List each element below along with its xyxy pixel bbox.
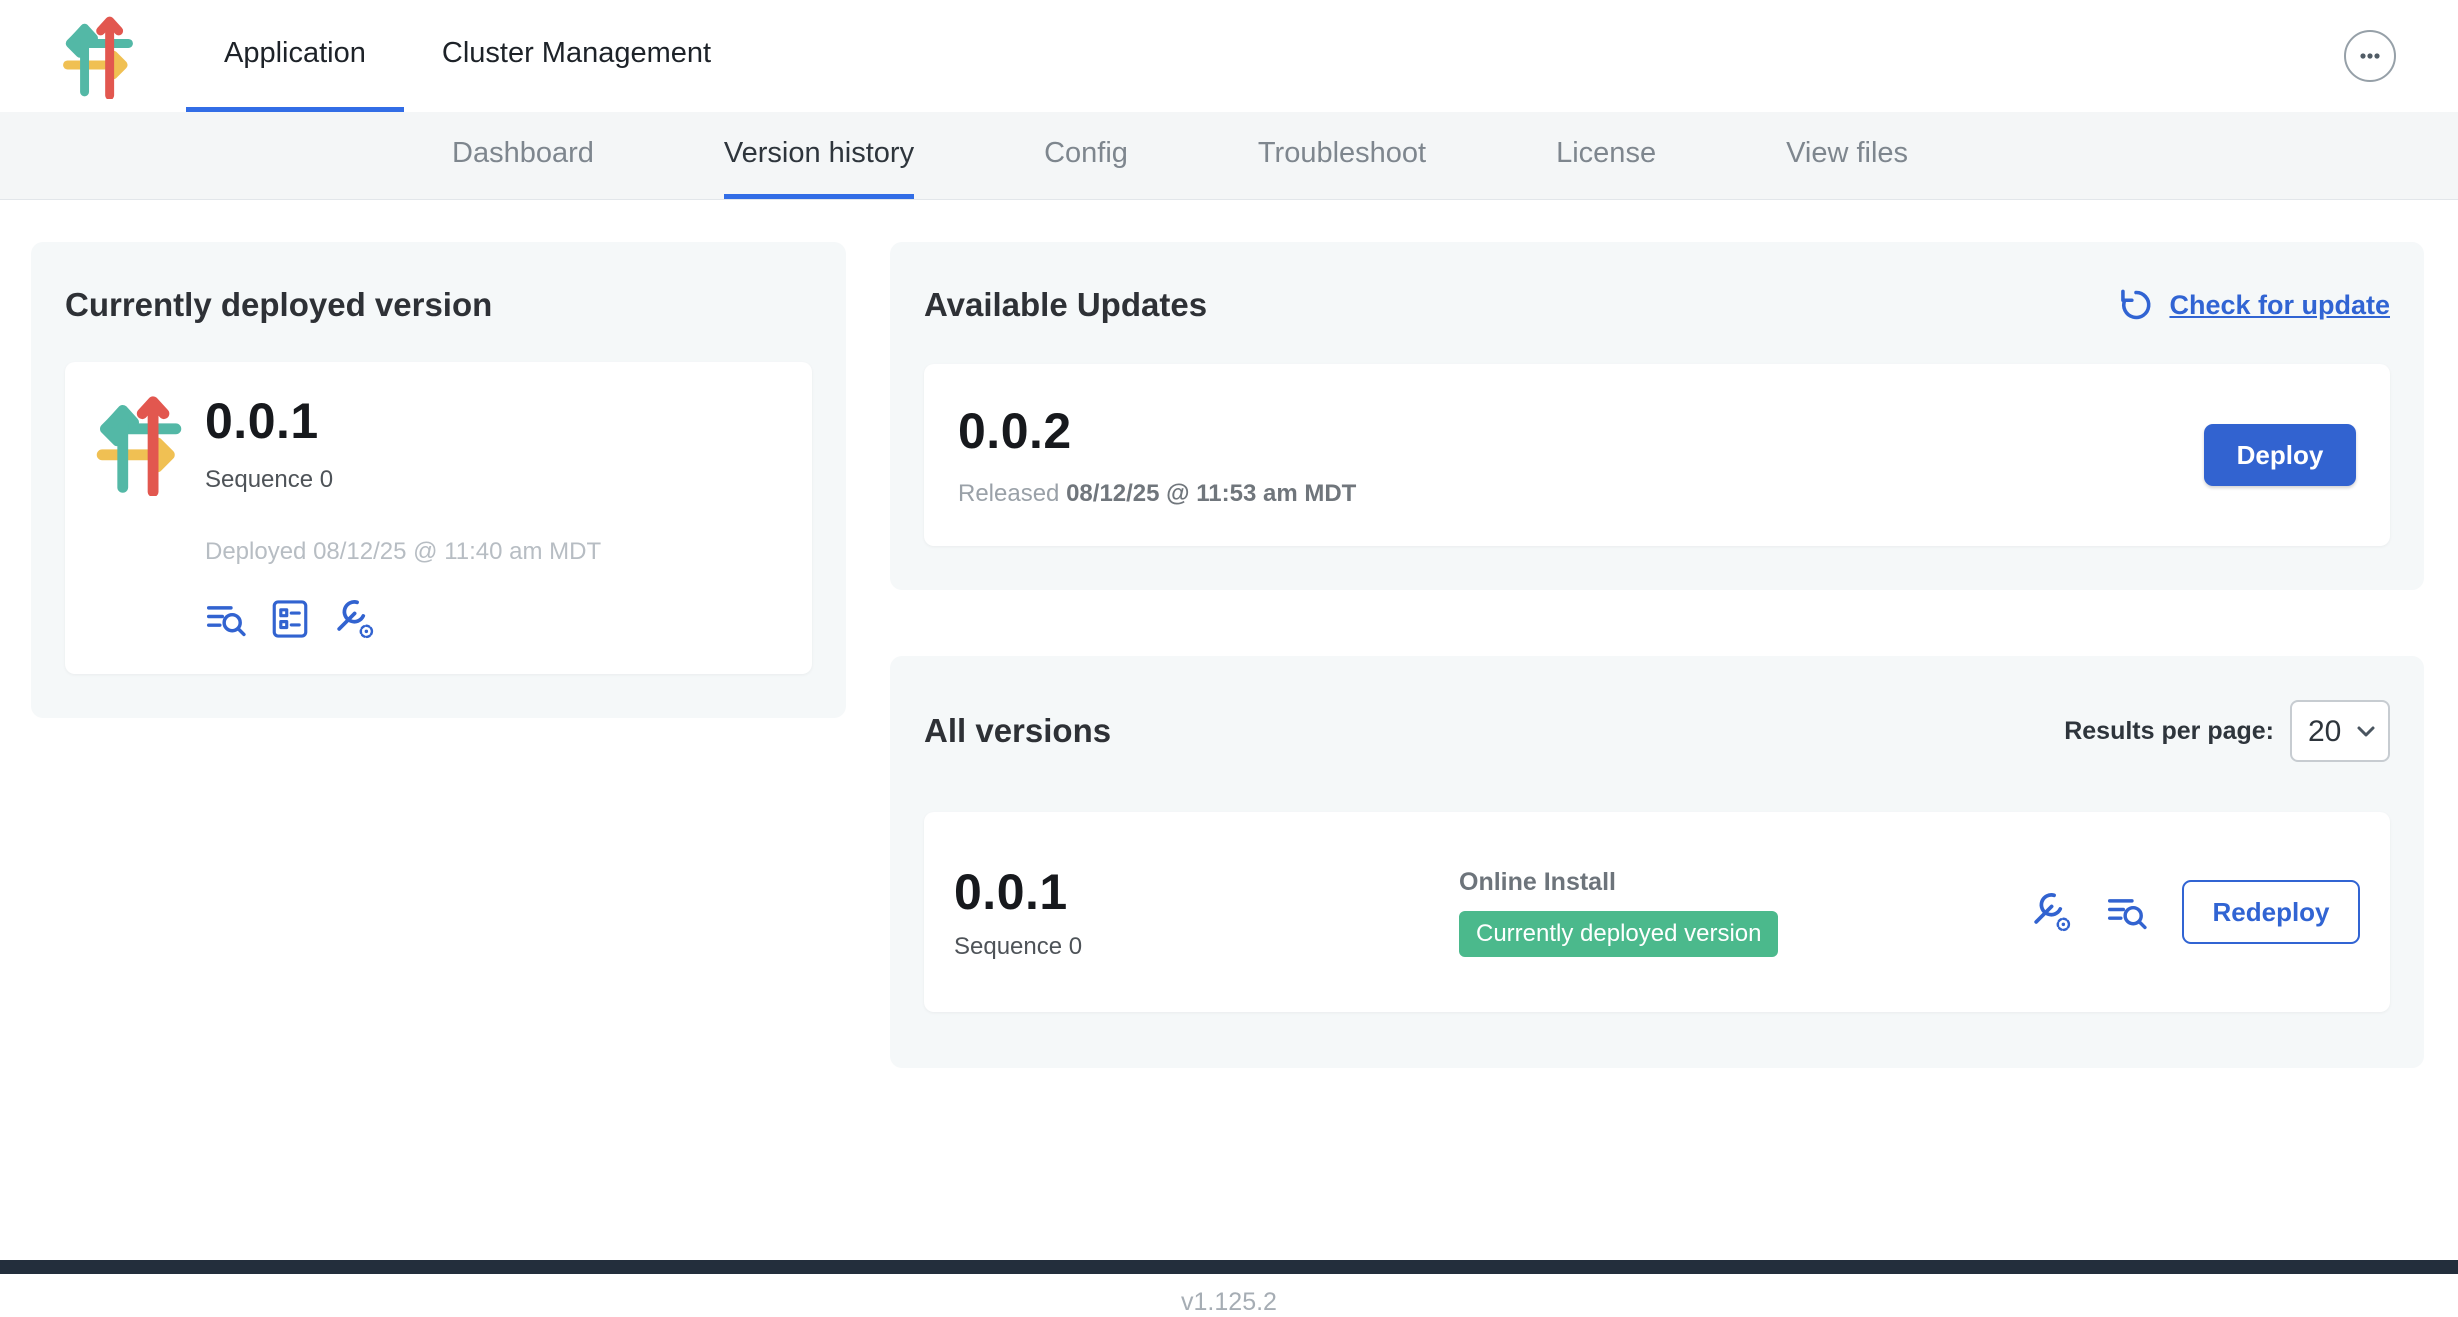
released-prefix: Released: [958, 480, 1059, 507]
ellipsis-icon: [2354, 40, 2386, 72]
version-row-number: 0.0.1: [954, 863, 1459, 921]
tab-application[interactable]: Application: [186, 0, 404, 112]
currently-deployed-title: Currently deployed version: [65, 286, 812, 324]
check-for-update-link[interactable]: Check for update: [2117, 286, 2390, 324]
version-row-actions: Redeploy: [2030, 880, 2360, 944]
wrench-gear-icon: [333, 598, 375, 640]
version-row: 0.0.1 Sequence 0 Online Install Currentl…: [924, 812, 2390, 1012]
app-logo-icon: [58, 13, 138, 99]
currently-deployed-card: Currently deployed version: [31, 242, 846, 718]
bottom-dark-strip: [0, 1260, 2458, 1274]
row-edit-config-button[interactable]: [2030, 891, 2072, 933]
subnav-item-view-files[interactable]: View files: [1786, 112, 1908, 199]
subnav-item-version-history[interactable]: Version history: [724, 112, 914, 199]
results-per-page-select[interactable]: 20: [2290, 700, 2390, 762]
logs-search-icon: [205, 598, 247, 640]
update-version-number: 0.0.2: [958, 402, 1356, 460]
results-per-page: Results per page: 20: [2064, 700, 2390, 762]
right-column: Available Updates Check for update 0.0.2…: [890, 242, 2424, 1068]
tab-cluster-management-label: Cluster Management: [442, 37, 711, 70]
released-date: 08/12/25 @ 11:53 am MDT: [1066, 480, 1356, 507]
deployed-version-info: 0.0.1 Sequence 0 Deployed 08/12/25 @ 11:…: [205, 386, 601, 640]
results-per-page-select-wrap: 20: [2290, 700, 2390, 762]
logs-search-icon: [2106, 891, 2148, 933]
all-versions-title: All versions: [924, 712, 1111, 750]
history-refresh-icon: [2117, 286, 2155, 324]
deployed-timestamp: Deployed 08/12/25 @ 11:40 am MDT: [205, 538, 601, 566]
available-update-row: 0.0.2 Released 08/12/25 @ 11:53 am MDT D…: [924, 364, 2390, 546]
redeploy-button[interactable]: Redeploy: [2182, 880, 2360, 944]
top-header: Application Cluster Management: [0, 0, 2458, 112]
update-released-line: Released 08/12/25 @ 11:53 am MDT: [958, 480, 1356, 508]
app-logo-icon: [91, 392, 187, 640]
checklist-icon: [269, 598, 311, 640]
tab-application-label: Application: [224, 37, 366, 70]
deployed-version-box: 0.0.1 Sequence 0 Deployed 08/12/25 @ 11:…: [65, 362, 812, 674]
deployed-version-number: 0.0.1: [205, 392, 601, 450]
view-logs-button[interactable]: [205, 598, 247, 640]
all-versions-card: All versions Results per page: 20: [890, 656, 2424, 1068]
update-version-info: 0.0.2 Released 08/12/25 @ 11:53 am MDT: [958, 402, 1356, 508]
deployed-actions: [205, 598, 601, 640]
check-for-update-label: Check for update: [2169, 290, 2390, 321]
all-versions-header: All versions Results per page: 20: [924, 700, 2390, 762]
wrench-gear-icon: [2030, 891, 2072, 933]
deploy-button[interactable]: Deploy: [2204, 424, 2356, 486]
currently-deployed-badge: Currently deployed version: [1459, 911, 1778, 957]
subnav-item-config[interactable]: Config: [1044, 112, 1128, 199]
available-updates-title: Available Updates: [924, 286, 1207, 324]
subnav-item-troubleshoot[interactable]: Troubleshoot: [1258, 112, 1426, 199]
app-subnav-items: Dashboard Version history Config Trouble…: [452, 112, 2458, 199]
version-row-sequence: Sequence 0: [954, 933, 1459, 961]
top-tab-bar: Application Cluster Management: [186, 0, 749, 112]
edit-config-button[interactable]: [333, 598, 375, 640]
main-content: Currently deployed version: [0, 200, 2458, 1068]
more-menu-button[interactable]: [2344, 30, 2396, 82]
results-per-page-label: Results per page:: [2064, 717, 2274, 746]
version-row-info: 0.0.1 Sequence 0: [954, 863, 1459, 961]
page-footer: v1.125.2: [0, 1288, 2458, 1317]
app-subnav: Dashboard Version history Config Trouble…: [0, 112, 2458, 200]
available-updates-header: Available Updates Check for update: [924, 286, 2390, 324]
available-updates-card: Available Updates Check for update 0.0.2…: [890, 242, 2424, 590]
console-version-label: v1.125.2: [0, 1288, 2458, 1317]
tab-cluster-management[interactable]: Cluster Management: [404, 0, 749, 112]
subnav-item-license[interactable]: License: [1556, 112, 1656, 199]
install-type-label: Online Install: [1459, 868, 2030, 897]
row-view-logs-button[interactable]: [2106, 891, 2148, 933]
deployed-sequence: Sequence 0: [205, 466, 601, 494]
kots-admin-console: Application Cluster Management Dashboard…: [0, 0, 2458, 1317]
release-notes-button[interactable]: [269, 598, 311, 640]
subnav-item-dashboard[interactable]: Dashboard: [452, 112, 594, 199]
version-row-status: Online Install Currently deployed versio…: [1459, 868, 2030, 957]
